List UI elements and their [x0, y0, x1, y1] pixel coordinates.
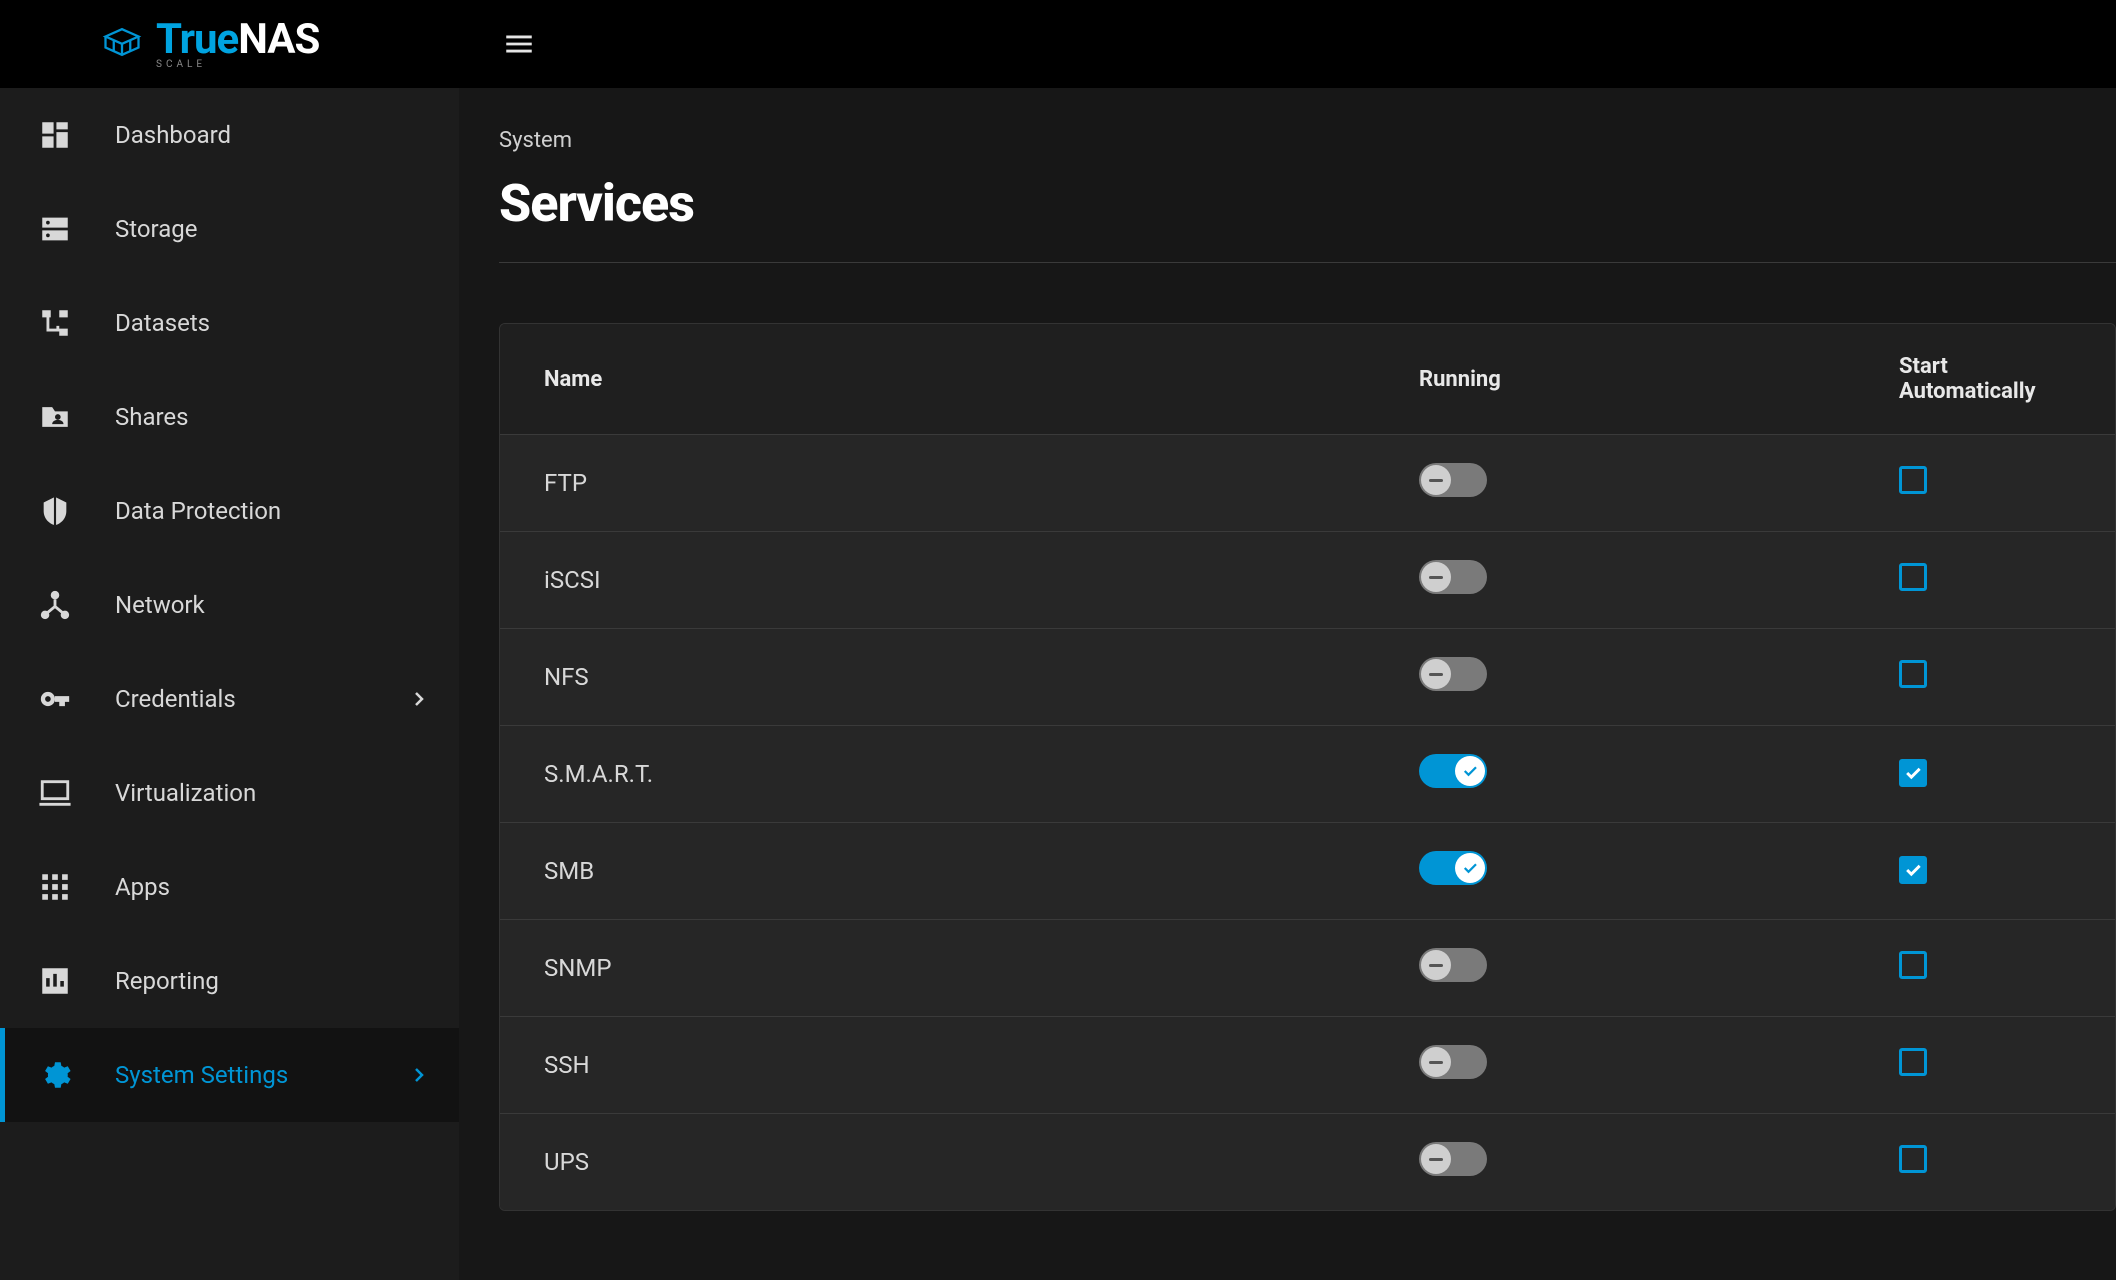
sidebar-item-label: Storage — [115, 215, 459, 243]
service-name: UPS — [500, 1114, 1375, 1211]
sidebar: TrueNAS SCALE Dashboard Storage Datasets Sh… — [0, 0, 459, 1280]
service-name: SMB — [500, 823, 1375, 920]
sidebar-item-label: Virtualization — [115, 779, 459, 807]
nav: Dashboard Storage Datasets Shares Data Prote… — [0, 88, 459, 1280]
running-toggle[interactable] — [1419, 851, 1487, 885]
dashboard-icon — [35, 115, 75, 155]
auto-start-checkbox[interactable] — [1899, 856, 1927, 884]
service-auto-cell — [1855, 1114, 2115, 1211]
sidebar-item-reporting[interactable]: Reporting — [0, 934, 459, 1028]
running-toggle[interactable] — [1419, 463, 1487, 497]
service-name: SNMP — [500, 920, 1375, 1017]
logo[interactable]: TrueNAS SCALE — [100, 19, 319, 70]
column-header-name: Name — [500, 324, 1375, 435]
sidebar-item-label: Credentials — [115, 685, 367, 713]
service-running-cell — [1375, 435, 1855, 532]
sidebar-item-data-protection[interactable]: Data Protection — [0, 464, 459, 558]
service-name: S.M.A.R.T. — [500, 726, 1375, 823]
sidebar-item-label: Datasets — [115, 309, 459, 337]
sidebar-item-datasets[interactable]: Datasets — [0, 276, 459, 370]
sidebar-item-label: Reporting — [115, 967, 459, 995]
bar-chart-icon — [35, 961, 75, 1001]
auto-start-checkbox[interactable] — [1899, 759, 1927, 787]
sidebar-item-label: Shares — [115, 403, 459, 431]
sidebar-item-virtualization[interactable]: Virtualization — [0, 746, 459, 840]
service-name: iSCSI — [500, 532, 1375, 629]
auto-start-checkbox[interactable] — [1899, 1048, 1927, 1076]
vpn-key-icon — [35, 679, 75, 719]
running-toggle[interactable] — [1419, 560, 1487, 594]
column-header-running: Running — [1375, 324, 1855, 435]
logo-icon — [100, 20, 144, 68]
chevron-right-icon — [407, 1063, 431, 1087]
page-title: Services — [499, 173, 2116, 234]
service-auto-cell — [1855, 1017, 2115, 1114]
service-running-cell — [1375, 629, 1855, 726]
dns-icon — [35, 209, 75, 249]
auto-start-checkbox[interactable] — [1899, 951, 1927, 979]
table-row: iSCSI — [500, 532, 2115, 629]
chevron-right-icon — [407, 687, 431, 711]
service-running-cell — [1375, 1114, 1855, 1211]
service-auto-cell — [1855, 435, 2115, 532]
table-row: SNMP — [500, 920, 2115, 1017]
service-auto-cell — [1855, 629, 2115, 726]
service-running-cell — [1375, 1017, 1855, 1114]
sidebar-item-label: Network — [115, 591, 459, 619]
running-toggle[interactable] — [1419, 1045, 1487, 1079]
sidebar-item-label: System Settings — [115, 1061, 367, 1089]
table-row: SMB — [500, 823, 2115, 920]
service-running-cell — [1375, 823, 1855, 920]
table-row: FTP — [500, 435, 2115, 532]
sidebar-item-system-settings[interactable]: System Settings — [0, 1028, 459, 1122]
sidebar-item-label: Dashboard — [115, 121, 459, 149]
main: System Services Name Running Start Autom… — [459, 0, 2116, 1280]
table-row: UPS — [500, 1114, 2115, 1211]
table-row: SSH — [500, 1017, 2115, 1114]
service-running-cell — [1375, 726, 1855, 823]
auto-start-checkbox[interactable] — [1899, 1145, 1927, 1173]
service-name: NFS — [500, 629, 1375, 726]
settings-icon — [35, 1055, 75, 1095]
service-running-cell — [1375, 532, 1855, 629]
auto-start-checkbox[interactable] — [1899, 660, 1927, 688]
device-hub-icon — [35, 585, 75, 625]
sidebar-item-dashboard[interactable]: Dashboard — [0, 88, 459, 182]
sidebar-item-storage[interactable]: Storage — [0, 182, 459, 276]
table-row: NFS — [500, 629, 2115, 726]
sidebar-item-shares[interactable]: Shares — [0, 370, 459, 464]
apps-icon — [35, 867, 75, 907]
folder-shared-icon — [35, 397, 75, 437]
security-icon — [35, 491, 75, 531]
auto-start-checkbox[interactable] — [1899, 563, 1927, 591]
running-toggle[interactable] — [1419, 754, 1487, 788]
topbar — [459, 0, 2116, 88]
sidebar-item-credentials[interactable]: Credentials — [0, 652, 459, 746]
running-toggle[interactable] — [1419, 1142, 1487, 1176]
sidebar-item-network[interactable]: Network — [0, 558, 459, 652]
sidebar-item-label: Apps — [115, 873, 459, 901]
table-row: S.M.A.R.T. — [500, 726, 2115, 823]
sidebar-item-label: Data Protection — [115, 497, 459, 525]
service-auto-cell — [1855, 920, 2115, 1017]
menu-toggle-button[interactable] — [499, 24, 539, 64]
running-toggle[interactable] — [1419, 948, 1487, 982]
running-toggle[interactable] — [1419, 657, 1487, 691]
sidebar-item-apps[interactable]: Apps — [0, 840, 459, 934]
service-auto-cell — [1855, 823, 2115, 920]
services-table: Name Running Start Automatically FTPiSCS… — [499, 323, 2116, 1211]
account-tree-icon — [35, 303, 75, 343]
divider — [499, 262, 2116, 263]
service-auto-cell — [1855, 726, 2115, 823]
auto-start-checkbox[interactable] — [1899, 466, 1927, 494]
service-auto-cell — [1855, 532, 2115, 629]
service-name: FTP — [500, 435, 1375, 532]
service-name: SSH — [500, 1017, 1375, 1114]
breadcrumb[interactable]: System — [499, 128, 2116, 153]
logo-text: TrueNAS — [156, 19, 319, 61]
service-running-cell — [1375, 920, 1855, 1017]
logo-area: TrueNAS SCALE — [0, 0, 459, 88]
computer-icon — [35, 773, 75, 813]
column-header-auto: Start Automatically — [1855, 324, 2115, 435]
